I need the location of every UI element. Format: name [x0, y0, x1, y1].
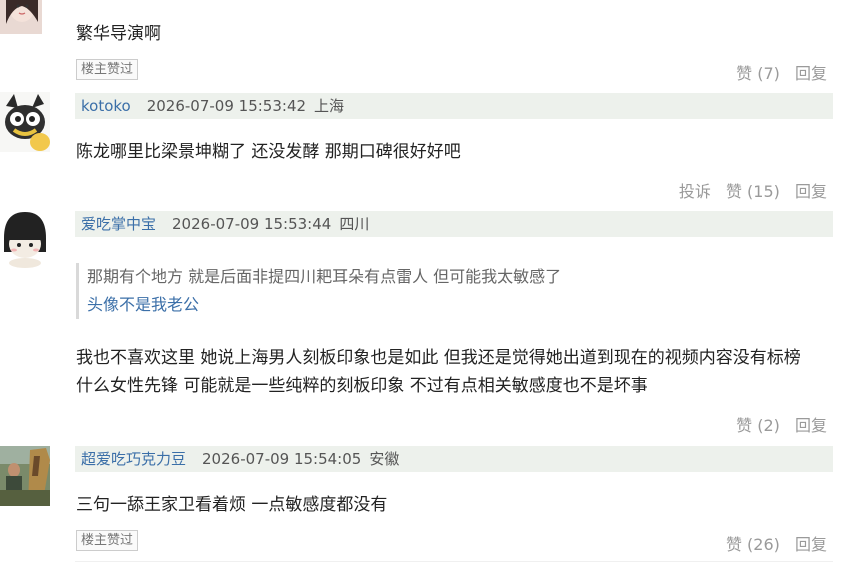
- comment-location: 四川: [339, 215, 370, 233]
- comment-actions: 赞 (7) 回复: [726, 60, 827, 84]
- reply-button[interactable]: 回复: [795, 182, 827, 201]
- quote-link[interactable]: 头像不是我老公: [87, 291, 737, 319]
- quoted-comment: 那期有个地方 就是后面非提四川耙耳朵有点雷人 但可能我太敏感了 头像不是我老公: [76, 263, 737, 319]
- comment-actions: 赞 (26) 回复: [716, 531, 827, 555]
- report-button[interactable]: 投诉: [679, 182, 711, 201]
- like-button[interactable]: 赞 (2): [736, 416, 780, 435]
- avatar[interactable]: [0, 92, 50, 152]
- reply-button[interactable]: 回复: [795, 416, 827, 435]
- comment-actions: 投诉 赞 (15) 回复: [669, 178, 827, 202]
- owner-liked-badge: 楼主赞过: [76, 530, 139, 551]
- reply-button[interactable]: 回复: [795, 535, 827, 554]
- username-link[interactable]: 超爱吃巧克力豆: [81, 450, 186, 468]
- like-button[interactable]: 赞 (7): [736, 64, 780, 83]
- like-button[interactable]: 赞 (15): [726, 182, 780, 201]
- avatar[interactable]: [0, 0, 42, 34]
- reply-button[interactable]: 回复: [795, 64, 827, 83]
- comment-location: 安徽: [369, 450, 400, 468]
- comment-time: 2026-07-09 15:53:44: [172, 215, 332, 233]
- divider: [75, 561, 833, 562]
- username-link[interactable]: 爱吃掌中宝: [81, 215, 156, 233]
- avatar[interactable]: [0, 446, 50, 506]
- comment-actions: 赞 (2) 回复: [726, 412, 827, 436]
- comment-header: kotoko 2026-07-09 15:53:42 上海: [75, 93, 833, 119]
- comment-text: 陈龙哪里比梁景坤糊了 还没发酵 那期口碑很好好吧: [76, 142, 461, 162]
- comment-text: 我也不喜欢这里 她说上海男人刻板印象也是如此 但我还是觉得她出道到现在的视频内容…: [76, 344, 836, 400]
- comment-location: 上海: [314, 97, 345, 115]
- avatar[interactable]: [0, 208, 50, 268]
- quote-text: 那期有个地方 就是后面非提四川耙耳朵有点雷人 但可能我太敏感了: [87, 267, 562, 286]
- comment-text-line: 什么女性先锋 可能就是一些纯粹的刻板印象 不过有点相关敏感度也不是坏事: [76, 376, 648, 396]
- like-button[interactable]: 赞 (26): [726, 535, 780, 554]
- comment-text: 三句一舔王家卫看着烦 一点敏感度都没有: [76, 495, 388, 515]
- comment-header: 爱吃掌中宝 2026-07-09 15:53:44 四川: [75, 211, 833, 237]
- comment-time: 2026-07-09 15:54:05: [202, 450, 362, 468]
- comment-header: 超爱吃巧克力豆 2026-07-09 15:54:05 安徽: [75, 446, 833, 472]
- owner-liked-badge: 楼主赞过: [76, 59, 139, 80]
- username-link[interactable]: kotoko: [81, 97, 131, 115]
- comment-time: 2026-07-09 15:53:42: [146, 97, 307, 115]
- comment-text-line: 我也不喜欢这里 她说上海男人刻板印象也是如此 但我还是觉得她出道到现在的视频内容…: [76, 348, 801, 368]
- comment-text: 繁华导演啊: [76, 24, 161, 44]
